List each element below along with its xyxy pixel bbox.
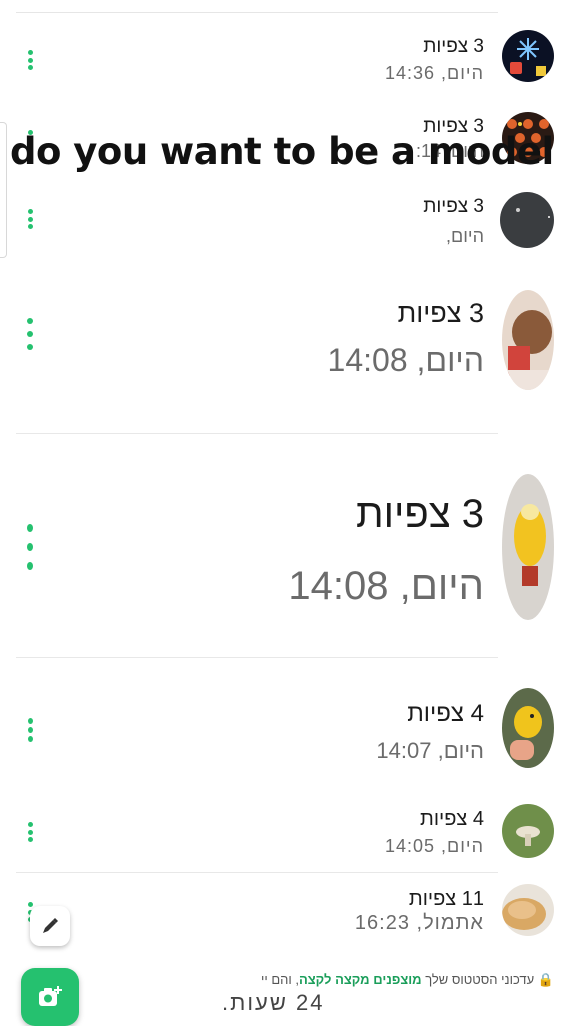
- status-thumbnail[interactable]: [500, 192, 554, 248]
- status-thumbnail[interactable]: [502, 884, 554, 936]
- encryption-link[interactable]: מוצפנים מקצה לקצה: [299, 972, 422, 987]
- status-time: היום, 14:05: [384, 836, 484, 856]
- separator: [16, 433, 498, 434]
- encryption-notice: 🔒 עדכוני הסטטוס שלך מוצפנים מקצה לקצה, ו…: [260, 972, 554, 987]
- views-count: 3 צפיות: [423, 196, 484, 217]
- more-vertical-icon[interactable]: [22, 718, 38, 742]
- top-divider: [16, 12, 498, 13]
- status-thumbnail[interactable]: [502, 474, 554, 620]
- views-count: 11 צפיות: [408, 888, 484, 910]
- status-time: אתמול, 16:23: [354, 912, 484, 934]
- status-row[interactable]: 4 צפיות היום, 14:05: [0, 800, 576, 870]
- status-thumbnail[interactable]: [502, 688, 554, 768]
- views-count: 3 צפיות: [356, 492, 484, 536]
- status-row[interactable]: 3 צפיות היום, 14:08: [0, 472, 576, 622]
- pencil-icon: [43, 918, 58, 933]
- more-vertical-icon[interactable]: [22, 50, 38, 70]
- status-time: היום, 14:36: [384, 63, 484, 83]
- status-thumbnail[interactable]: [502, 290, 554, 390]
- status-time: היום, 14:08: [288, 564, 484, 608]
- separator: [16, 872, 498, 873]
- more-vertical-icon[interactable]: [22, 524, 38, 570]
- status-row[interactable]: 11 צפיות אתמול, 16:23: [0, 880, 576, 950]
- views-count: 4 צפיות: [407, 700, 484, 727]
- camera-add-icon: [39, 986, 62, 1006]
- status-row[interactable]: 3 צפיות היום, 14:36: [0, 26, 576, 96]
- more-vertical-icon[interactable]: [22, 822, 38, 842]
- status-time: היום, 14:07: [376, 738, 484, 763]
- lock-icon: 🔒: [537, 972, 554, 987]
- text-status-button[interactable]: [30, 906, 70, 946]
- status-thumbnail[interactable]: [502, 30, 554, 82]
- views-count: 3 צפיות: [397, 298, 484, 328]
- status-row[interactable]: 4 צפיות היום, 14:07: [0, 686, 576, 776]
- camera-status-button[interactable]: [21, 968, 79, 1026]
- more-vertical-icon[interactable]: [22, 318, 38, 350]
- views-count: 4 צפיות: [420, 808, 484, 830]
- status-row[interactable]: 3 צפיות היום,: [0, 188, 576, 258]
- status-time: היום,: [446, 226, 484, 246]
- status-thumbnail[interactable]: [502, 804, 554, 858]
- encryption-notice-line2: 24 שעות.: [222, 990, 325, 1015]
- status-row[interactable]: 3 צפיות היום, 14:08: [0, 286, 576, 396]
- side-handle[interactable]: [0, 122, 7, 258]
- more-vertical-icon[interactable]: [22, 209, 38, 229]
- status-time: היום, 14:08: [327, 342, 484, 378]
- views-count: 3 צפיות: [423, 36, 484, 57]
- overlay-caption: do you want to be a model: [10, 130, 554, 173]
- separator: [16, 657, 498, 658]
